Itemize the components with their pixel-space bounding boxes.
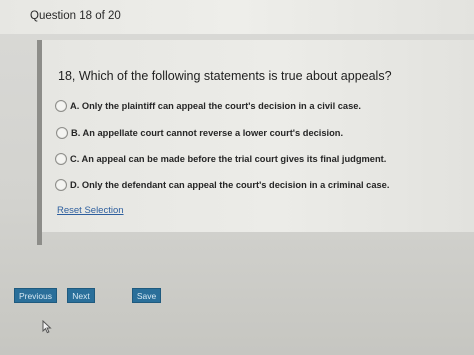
option-d[interactable]: D. Only the defendant can appeal the cou… — [55, 178, 389, 192]
question-counter: Question 18 of 20 — [30, 10, 121, 22]
option-c-radio[interactable] — [55, 153, 67, 165]
mouse-pointer-icon — [42, 319, 52, 339]
save-button[interactable]: Save — [132, 288, 161, 303]
option-a[interactable]: A. Only the plaintiff can appeal the cou… — [55, 99, 361, 113]
option-b[interactable]: B. An appellate court cannot reverse a l… — [56, 126, 343, 140]
option-a-radio[interactable] — [55, 100, 67, 112]
reset-selection-link[interactable]: Reset Selection — [57, 205, 124, 216]
option-c-label[interactable]: C. An appeal can be made before the tria… — [70, 154, 386, 164]
quiz-header: Question 18 of 20 — [0, 0, 474, 34]
option-d-label[interactable]: D. Only the defendant can appeal the cou… — [70, 180, 389, 190]
previous-button[interactable]: Previous — [14, 288, 57, 303]
panel-left-bar — [37, 40, 42, 245]
option-b-label[interactable]: B. An appellate court cannot reverse a l… — [71, 128, 343, 138]
option-b-radio[interactable] — [56, 127, 68, 139]
option-d-radio[interactable] — [55, 179, 67, 191]
option-c[interactable]: C. An appeal can be made before the tria… — [55, 152, 386, 166]
question-text: 18, Which of the following statements is… — [58, 69, 392, 83]
option-a-label[interactable]: A. Only the plaintiff can appeal the cou… — [70, 101, 361, 111]
next-button[interactable]: Next — [67, 288, 95, 303]
